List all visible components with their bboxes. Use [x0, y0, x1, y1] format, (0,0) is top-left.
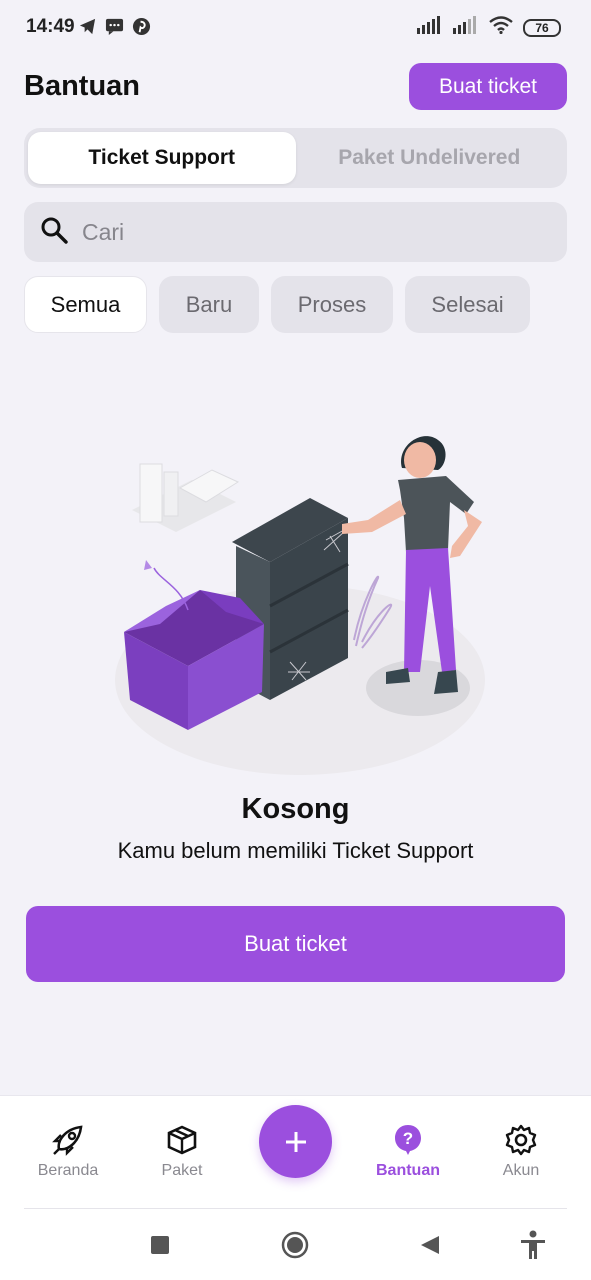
empty-state-message: Kamu belum memiliki Ticket Support [117, 838, 474, 863]
nav-item-beranda[interactable]: Beranda [23, 1122, 113, 1180]
status-indicators: 76 [417, 16, 561, 39]
signal-icon-2 [453, 16, 479, 39]
accessibility-icon[interactable] [518, 1230, 548, 1260]
tab-ticket-support[interactable]: Ticket Support [28, 132, 296, 184]
filter-chip-semua[interactable]: Semua [24, 276, 147, 333]
tab-paket-undelivered[interactable]: Paket Undelivered [296, 132, 564, 184]
nav-label-akun: Akun [502, 1162, 540, 1179]
help-icon: ? [363, 1122, 453, 1158]
home-button[interactable] [280, 1230, 310, 1260]
filter-chip-baru[interactable]: Baru [159, 276, 259, 333]
search-bar[interactable] [24, 202, 567, 262]
message-icon [105, 17, 124, 36]
nav-item-paket[interactable]: Paket [137, 1122, 227, 1180]
svg-text:?: ? [403, 1129, 413, 1148]
wifi-icon [489, 16, 513, 39]
gear-icon [476, 1122, 566, 1158]
create-ticket-button[interactable]: Buat ticket [26, 906, 565, 982]
battery-indicator: 76 [523, 18, 561, 37]
pinterest-icon [132, 17, 151, 36]
nav-label-beranda: Beranda [37, 1162, 99, 1179]
filter-chip-selesai[interactable]: Selesai [405, 276, 530, 333]
plus-icon [285, 1131, 306, 1152]
telegram-icon [78, 17, 97, 36]
add-fab-button[interactable] [259, 1105, 332, 1178]
status-bar: 14:49 76 [0, 0, 591, 56]
back-button[interactable] [415, 1230, 445, 1260]
status-time: 14:49 [26, 16, 75, 37]
filter-chips: Semua Baru Proses Selesai [24, 276, 530, 333]
box-icon [137, 1122, 227, 1158]
segment-tabs: Ticket Support Paket Undelivered [24, 128, 567, 188]
empty-state-illustration [100, 410, 500, 780]
nav-label-paket: Paket [161, 1162, 203, 1179]
search-input[interactable] [82, 218, 522, 246]
nav-label-bantuan: Bantuan [376, 1162, 440, 1179]
search-icon [40, 216, 68, 249]
filter-chip-proses[interactable]: Proses [271, 276, 393, 333]
recent-apps-button[interactable] [145, 1230, 175, 1260]
nav-item-akun[interactable]: Akun [476, 1122, 566, 1180]
rocket-icon [23, 1122, 113, 1158]
nav-divider [24, 1208, 567, 1209]
empty-state-title: Kosong [241, 793, 350, 825]
bottom-navigation: Beranda Paket ? Bantuan Akun [0, 1095, 591, 1210]
notification-icons [78, 17, 151, 36]
nav-item-bantuan[interactable]: ? Bantuan [363, 1122, 453, 1180]
page-title: Bantuan [24, 70, 140, 102]
signal-icon [417, 16, 443, 39]
create-ticket-header-button[interactable]: Buat ticket [409, 63, 567, 110]
system-navigation-bar [0, 1210, 591, 1280]
